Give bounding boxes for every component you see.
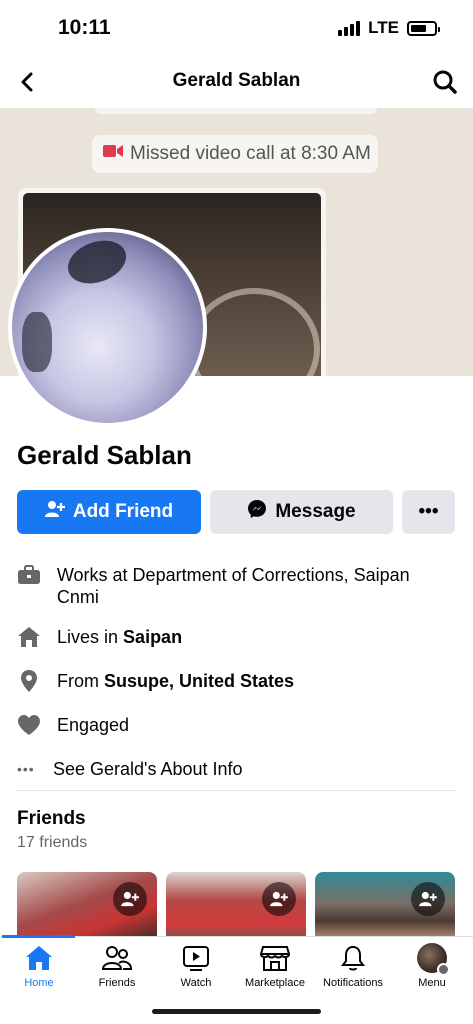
add-friend-label: Add Friend (72, 501, 174, 522)
home-indicator (152, 1009, 321, 1014)
status-bar: 10:11 LTE (0, 0, 473, 56)
profile-avatar[interactable] (8, 228, 207, 427)
more-dots-icon: ••• (17, 761, 35, 777)
profile-actions: Add Friend Message ••• (17, 490, 455, 534)
bell-icon (308, 943, 398, 973)
messenger-icon (247, 499, 267, 525)
profile-name: Gerald Sablan (17, 440, 192, 470)
watch-icon (151, 943, 241, 973)
tab-watch-label: Watch (180, 977, 212, 989)
battery-icon (407, 20, 440, 36)
video-camera-icon (102, 143, 124, 165)
friend-card[interactable] (315, 872, 455, 942)
from-prefix: From (57, 671, 104, 691)
heart-icon (17, 714, 47, 736)
see-about-info[interactable]: ••• See Gerald's About Info (17, 758, 455, 780)
chat-bubble (95, 108, 377, 114)
signal-icon (338, 20, 361, 36)
avatar-menu-icon (387, 943, 473, 976)
tab-menu-label: Menu (418, 977, 446, 989)
location-pin-icon (17, 670, 47, 692)
friends-icon (72, 943, 162, 973)
marketplace-icon (230, 943, 320, 973)
lives-prefix: Lives in (57, 627, 124, 647)
add-friend-icon[interactable] (262, 882, 296, 916)
briefcase-icon (17, 564, 47, 586)
status-indicators: LTE (338, 18, 440, 38)
status-time: 10:11 (58, 16, 111, 39)
more-options-button[interactable]: ••• (402, 490, 455, 534)
lives-place[interactable]: Saipan (123, 627, 182, 647)
lives-info: Lives in Saipan (17, 626, 455, 648)
friend-card[interactable] (166, 872, 306, 942)
tab-friends[interactable]: Friends (72, 943, 162, 989)
work-text: Works at Department of Corrections, Saip… (56, 565, 410, 607)
tab-friends-label: Friends (98, 977, 136, 989)
active-tab-indicator (2, 935, 75, 938)
network-label: LTE (368, 18, 399, 37)
add-friend-icon[interactable] (411, 882, 445, 916)
tab-notifications-label: Notifications (323, 977, 383, 989)
message-label: Message (275, 501, 356, 522)
tab-marketplace-label: Marketplace (245, 977, 305, 989)
tab-watch[interactable]: Watch (151, 943, 241, 989)
relationship-info: Engaged (17, 714, 455, 736)
search-icon[interactable] (431, 68, 459, 96)
see-about-text: See Gerald's About Info (53, 759, 243, 779)
missed-call-text: Missed video call at 8:30 AM (130, 143, 371, 164)
tab-notifications[interactable]: Notifications (308, 943, 398, 989)
nav-bar: Gerald Sablan (0, 56, 473, 108)
message-button[interactable]: Message (210, 490, 393, 534)
friend-card[interactable] (17, 872, 157, 942)
friends-heading: Friends (17, 808, 86, 829)
more-icon: ••• (418, 501, 439, 522)
relationship-text: Engaged (57, 715, 130, 735)
tab-marketplace[interactable]: Marketplace (230, 943, 320, 989)
add-person-icon (44, 500, 65, 524)
nav-title: Gerald Sablan (172, 70, 301, 91)
add-friend-button[interactable]: Add Friend (17, 490, 201, 534)
from-place[interactable]: Susupe, United States (104, 671, 294, 691)
from-info: From Susupe, United States (17, 670, 455, 692)
work-info: Works at Department of Corrections, Saip… (17, 564, 455, 608)
friends-count: 17 friends (17, 834, 88, 851)
divider (17, 790, 455, 791)
tab-menu[interactable]: Menu (387, 943, 473, 989)
missed-call-bubble: Missed video call at 8:30 AM (92, 135, 378, 173)
home-icon (17, 626, 47, 648)
add-friend-icon[interactable] (113, 882, 147, 916)
